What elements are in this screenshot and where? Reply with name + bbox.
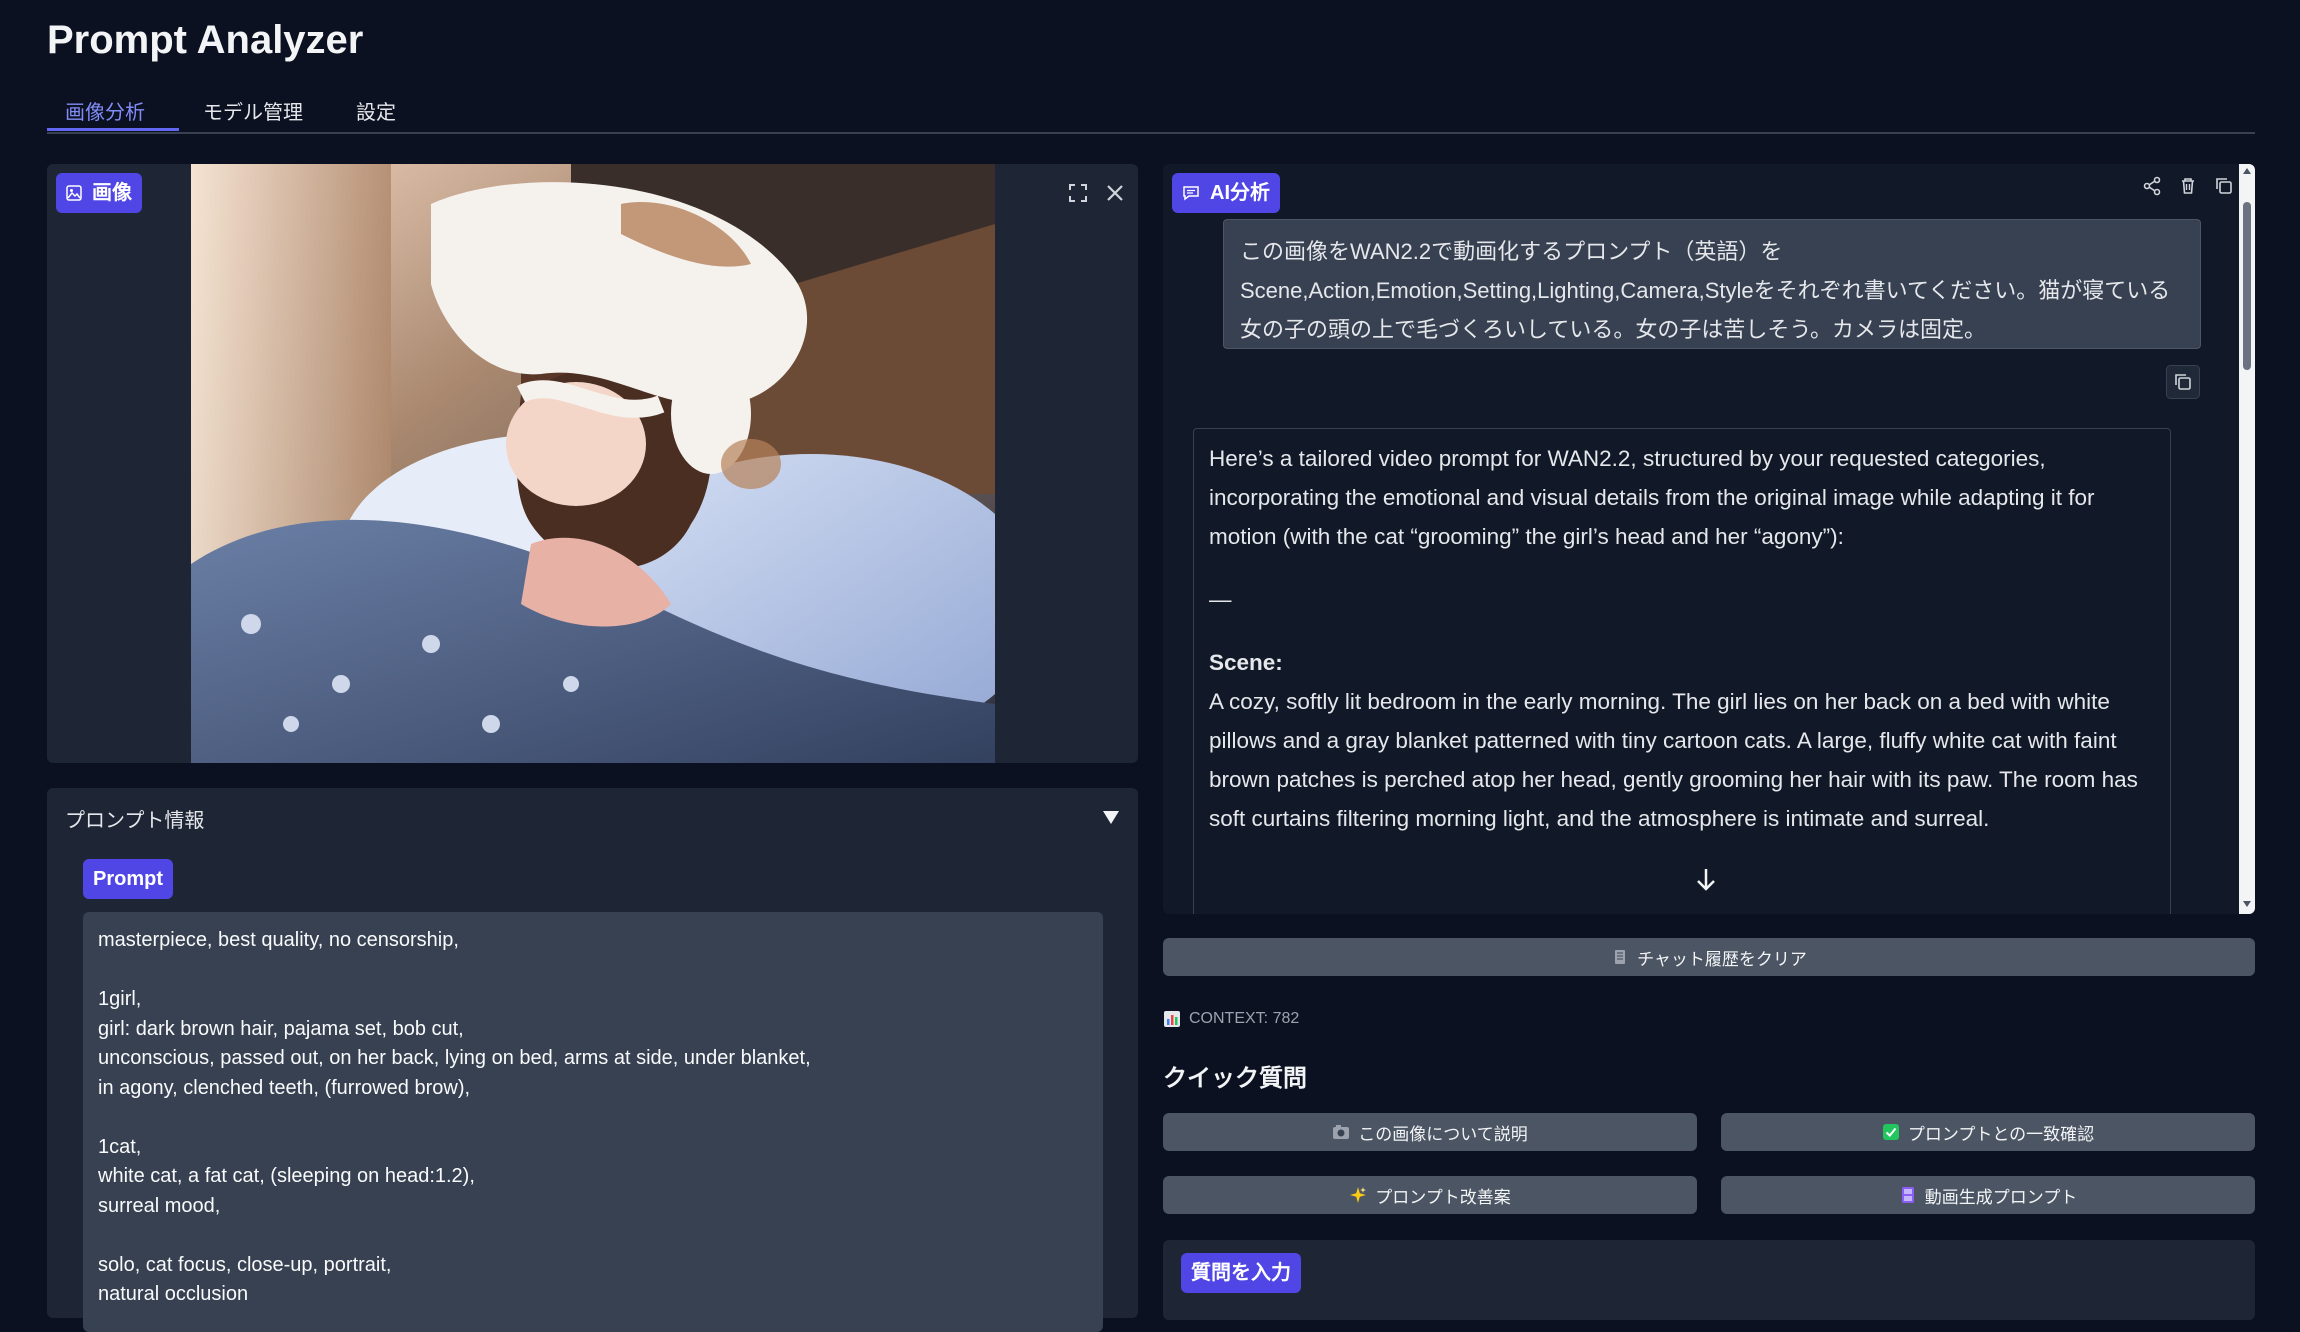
anime-girl-cat-illustration [191, 164, 995, 763]
sparkles-icon [1350, 1187, 1367, 1203]
chat-toolbar [2140, 174, 2236, 198]
camera-icon [1333, 1125, 1350, 1139]
film-icon [1901, 1187, 1914, 1203]
image-badge-label: 画像 [92, 182, 132, 204]
ai-scene-heading: Scene: [1209, 650, 1283, 675]
image-panel: 画像 [47, 164, 1138, 763]
app-title: Prompt Analyzer [47, 18, 364, 62]
collapse-triangle-icon[interactable] [1102, 808, 1120, 826]
fullscreen-icon[interactable] [1063, 178, 1093, 208]
context-count: CONTEXT: 782 [1189, 1010, 1300, 1027]
tab-image-analysis[interactable]: 画像分析 [65, 96, 145, 125]
copy-all-icon[interactable] [2212, 174, 2236, 198]
copy-message-icon[interactable] [2166, 365, 2200, 399]
chat-scrollbar[interactable] [2239, 164, 2255, 914]
check-match-button[interactable]: プロンプトとの一致確認 [1721, 1113, 2255, 1151]
scroll-down-icon[interactable] [2242, 899, 2252, 909]
chart-icon [1164, 1011, 1180, 1027]
describe-image-button[interactable]: この画像について説明 [1163, 1113, 1697, 1151]
user-message: この画像をWAN2.2で動画化するプロンプト（英語）を Scene,Action… [1223, 219, 2201, 349]
improve-prompt-button[interactable]: プロンプト改善案 [1163, 1176, 1697, 1214]
prompt-info-panel: プロンプト情報 Prompt masterpiece, best quality… [47, 788, 1138, 1332]
ai-analysis-panel: AI分析 この画像をWAN2.2で動画化するプロンプト（英語）を Scene,A… [1163, 164, 2255, 914]
ai-response-intro: Here’s a tailored video prompt for WAN2.… [1209, 446, 2095, 549]
prompt-info-title: プロンプト情報 [65, 810, 205, 832]
close-icon[interactable] [1100, 178, 1130, 208]
main-tabs: 画像分析 モデル管理 設定 [47, 90, 2255, 134]
image-badge: 画像 [56, 173, 142, 213]
scrollbar-thumb[interactable] [2243, 202, 2251, 370]
check-match-label: プロンプトとの一致確認 [1907, 1124, 2095, 1144]
improve-prompt-label: プロンプト改善案 [1375, 1187, 1511, 1207]
clear-history-label: チャット履歴をクリア [1637, 949, 1807, 969]
prompt-text: masterpiece, best quality, no censorship… [83, 912, 1103, 1332]
analyzed-image[interactable] [191, 164, 995, 763]
tab-settings[interactable]: 設定 [356, 96, 396, 125]
clear-history-button[interactable]: チャット履歴をクリア [1163, 938, 2255, 976]
describe-image-label: この画像について説明 [1358, 1124, 1528, 1144]
broom-icon [1615, 950, 1626, 964]
check-icon [1882, 1124, 1899, 1140]
scroll-up-icon[interactable] [2242, 166, 2252, 176]
context-indicator: CONTEXT: 782 [1163, 1010, 1299, 1028]
share-icon[interactable] [2140, 174, 2164, 198]
video-prompt-button[interactable]: 動画生成プロンプト [1721, 1176, 2255, 1214]
video-prompt-label: 動画生成プロンプト [1924, 1187, 2078, 1207]
ai-scene-text: A cozy, softly lit bedroom in the early … [1209, 689, 2138, 831]
chat-icon [1183, 186, 1199, 201]
prompt-badge: Prompt [83, 859, 173, 899]
trash-icon[interactable] [2176, 174, 2200, 198]
scroll-down-arrow-icon[interactable] [1688, 861, 1724, 897]
ai-analysis-badge: AI分析 [1172, 173, 1280, 213]
ai-response: Here’s a tailored video prompt for WAN2.… [1193, 428, 2171, 914]
tab-model-management[interactable]: モデル管理 [203, 96, 303, 125]
question-input-panel: 質問を入力 [1163, 1240, 2255, 1320]
image-icon [66, 185, 82, 201]
active-tab-indicator [47, 128, 179, 131]
ai-analysis-badge-label: AI分析 [1210, 182, 1270, 204]
question-input-badge: 質問を入力 [1181, 1253, 1301, 1293]
ai-response-separator: — [1209, 587, 1232, 612]
quick-questions-title: クイック質問 [1163, 1065, 1307, 1092]
